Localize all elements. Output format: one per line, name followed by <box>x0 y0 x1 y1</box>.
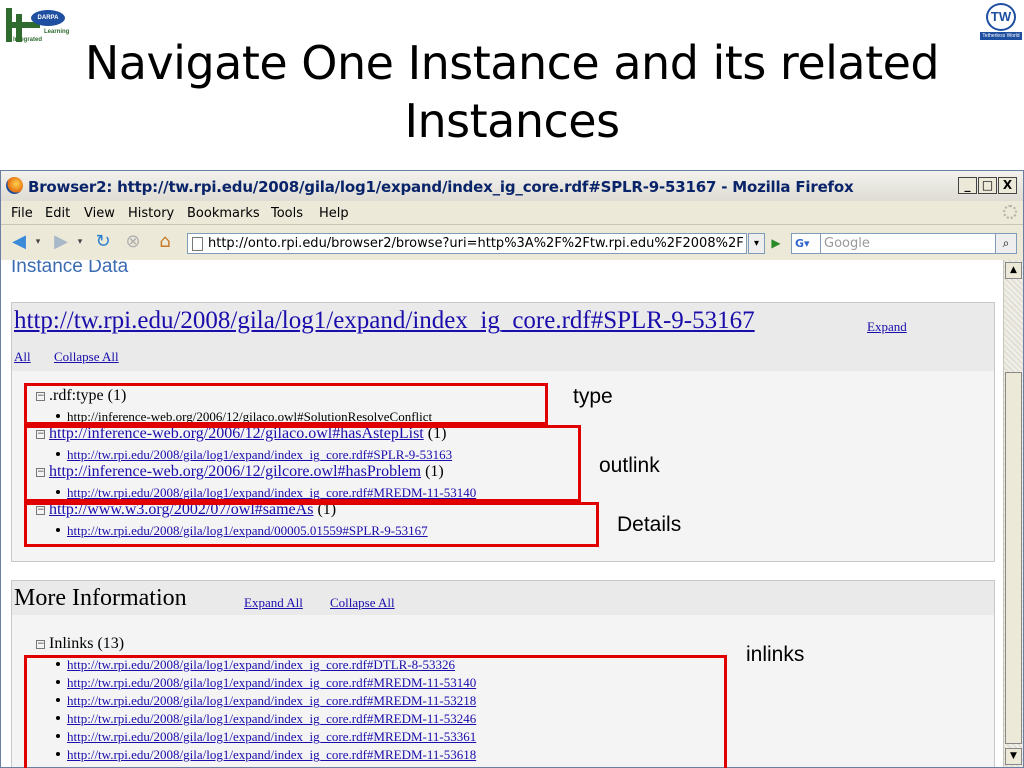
details-callout: Details <box>617 513 682 536</box>
details-highlight-box <box>24 502 599 547</box>
url-dropdown-icon[interactable]: ▾ <box>748 233 765 254</box>
expand-all-link-part2[interactable]: All <box>14 349 31 365</box>
type-callout: type <box>573 385 613 408</box>
tw-logo-mark: TW <box>986 3 1016 31</box>
inlinks-highlight-box <box>24 655 727 768</box>
inlinks-count: (13) <box>97 635 125 652</box>
forward-icon[interactable]: ▶ <box>49 231 73 253</box>
go-icon[interactable]: ▶ <box>767 233 785 254</box>
menu-edit[interactable]: Edit <box>45 206 70 221</box>
menu-history[interactable]: History <box>128 206 174 221</box>
menu-help[interactable]: Help <box>319 206 349 221</box>
more-info-collapse-all-link[interactable]: Collapse All <box>330 595 395 611</box>
more-information-heading: More Information <box>14 585 187 611</box>
menu-bookmarks[interactable]: Bookmarks <box>187 206 260 221</box>
scrollbar-thumb[interactable] <box>1005 372 1022 744</box>
instance-uri-link[interactable]: http://tw.rpi.edu/2008/gila/log1/expand/… <box>14 307 755 335</box>
reload-icon[interactable]: ↻ <box>91 231 115 253</box>
scroll-up-icon[interactable]: ▲ <box>1005 262 1022 279</box>
more-info-expand-all-link[interactable]: Expand All <box>244 595 303 611</box>
firefox-icon <box>6 177 23 194</box>
minimize-button[interactable]: _ <box>958 177 977 194</box>
stop-icon[interactable]: ⊗ <box>121 231 145 253</box>
instance-data-heading: Instance Data <box>11 260 129 277</box>
page-icon <box>192 237 203 251</box>
outlink-highlight-box <box>24 425 581 502</box>
search-icon[interactable]: ⌕ <box>995 233 1017 254</box>
menu-view[interactable]: View <box>84 206 115 221</box>
scroll-down-icon[interactable]: ▼ <box>1005 748 1022 765</box>
google-icon: G <box>795 237 805 250</box>
inlinks-toggle[interactable]: − Inlinks (13) <box>36 635 124 653</box>
forward-dropdown-icon[interactable]: ▾ <box>75 231 85 253</box>
search-input[interactable]: Google <box>820 233 996 254</box>
outlink-callout: outlink <box>599 454 660 477</box>
url-bar[interactable]: http://onto.rpi.edu/browser2/browse?uri=… <box>187 233 747 254</box>
darpa-badge: DARPA <box>31 10 65 26</box>
expand-all-link-part1[interactable]: Expand <box>867 319 907 335</box>
menu-file[interactable]: File <box>11 206 33 221</box>
logo-text-integrated: Integrated <box>13 37 43 43</box>
inlinks-callout: inlinks <box>746 643 805 666</box>
back-dropdown-icon[interactable]: ▾ <box>33 231 43 253</box>
search-engine-selector[interactable]: G▾ <box>791 233 821 254</box>
window-title: Browser2: http://tw.rpi.edu/2008/gila/lo… <box>28 178 854 196</box>
maximize-button[interactable]: □ <box>978 177 997 194</box>
inlinks-label: Inlinks <box>49 635 94 652</box>
url-text: http://onto.rpi.edu/browser2/browse?uri=… <box>208 236 744 251</box>
back-icon[interactable]: ◀ <box>7 231 31 253</box>
tw-logo: TW Tetherless World <box>980 3 1022 41</box>
slide-title: Navigate One Instance and its related In… <box>84 36 940 148</box>
home-icon[interactable]: ⌂ <box>153 231 177 253</box>
throbber-icon <box>1003 205 1017 219</box>
tw-logo-text: Tetherless World <box>980 32 1022 40</box>
close-button[interactable]: X <box>998 177 1017 194</box>
window-titlebar: Browser2: http://tw.rpi.edu/2008/gila/lo… <box>1 171 1023 201</box>
menu-tools[interactable]: Tools <box>271 206 303 221</box>
menu-bar: File Edit View History Bookmarks Tools H… <box>1 201 1023 225</box>
collapse-all-link[interactable]: Collapse All <box>54 349 119 365</box>
vertical-scrollbar[interactable]: ▲ ▼ <box>1003 260 1023 767</box>
type-highlight-box <box>24 383 548 425</box>
collapse-toggle-icon[interactable]: − <box>36 640 45 649</box>
